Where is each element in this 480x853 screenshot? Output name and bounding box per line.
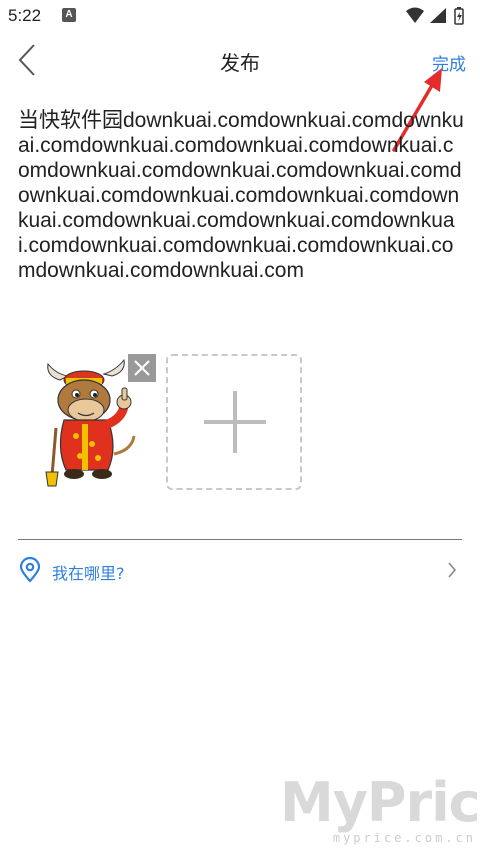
location-label: 我在哪里? [52, 564, 125, 583]
a-icon: A [62, 8, 76, 22]
image-picker [18, 352, 318, 494]
remove-image-button[interactable] [128, 354, 156, 382]
watermark-logo: MyPrice [280, 771, 480, 834]
location-button[interactable]: 我在哪里? [18, 552, 462, 588]
location-pin-icon [19, 557, 41, 583]
close-icon [134, 360, 150, 376]
status-bar: 5:22 A [0, 0, 480, 34]
add-image-button[interactable] [166, 354, 302, 490]
post-text-input[interactable]: 当快软件园downkuai.comdownkuai.comdownkuai.co… [18, 108, 464, 283]
divider [18, 539, 462, 540]
battery-icon [454, 7, 464, 25]
chevron-right-icon [448, 562, 457, 578]
status-icons [404, 6, 470, 26]
watermark: MyPrice myprice.com.cn [280, 771, 480, 846]
wifi-icon [406, 7, 424, 23]
status-time: 5:22 [8, 6, 42, 25]
signal-icon [430, 8, 446, 23]
